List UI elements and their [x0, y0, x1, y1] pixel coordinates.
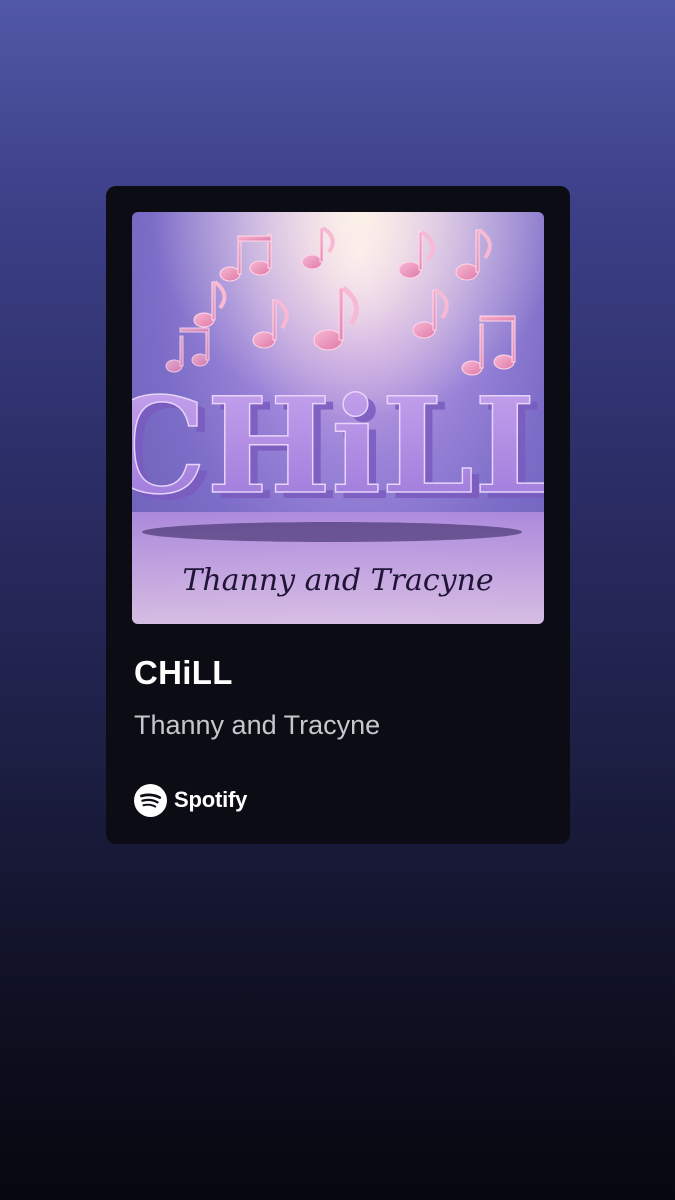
cover-signature: Thanny and Tracyne: [182, 563, 493, 598]
spotify-brand-name: Spotify: [174, 787, 248, 812]
cover-headline: CHiLL CHiLL: [132, 368, 544, 530]
spotify-brand-link[interactable]: Spotify: [134, 783, 247, 817]
album-cover-illustration: CHiLL CHiLL Thanny and Tracyne: [132, 212, 544, 624]
spotify-logo-icon: [134, 783, 167, 817]
artist-name[interactable]: Thanny and Tracyne: [134, 710, 380, 741]
spotify-share-card[interactable]: CHiLL CHiLL Thanny and Tracyne CHiLL Tha…: [106, 186, 570, 844]
album-cover-art[interactable]: CHiLL CHiLL Thanny and Tracyne: [132, 212, 544, 624]
track-title[interactable]: CHiLL: [134, 654, 233, 692]
svg-text:CHiLL: CHiLL: [132, 369, 544, 524]
